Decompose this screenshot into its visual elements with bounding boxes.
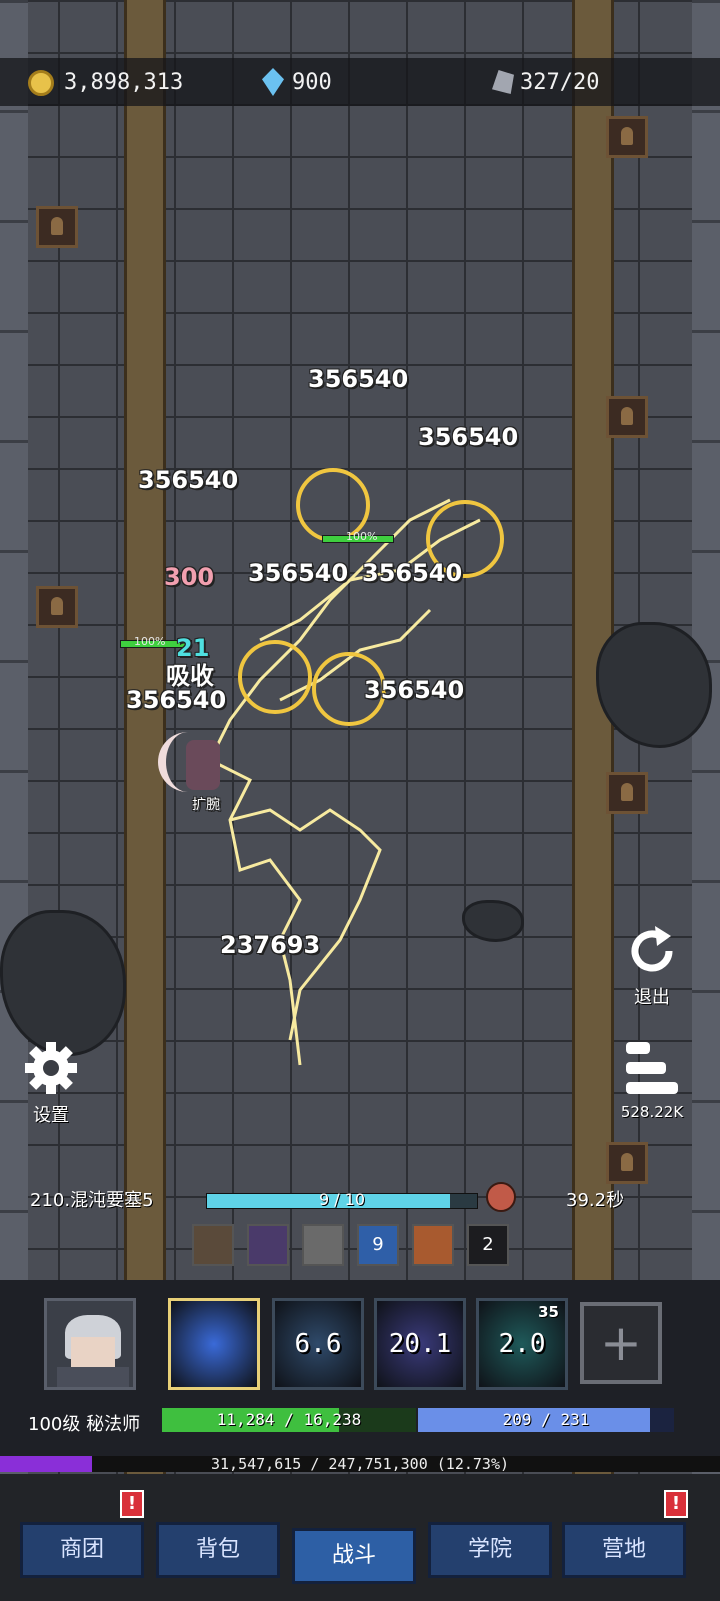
buff-slot xyxy=(302,1224,344,1266)
skill-slot-3[interactable]: 20.1 xyxy=(374,1298,466,1390)
tab-label: 战斗 xyxy=(331,1543,376,1568)
skill-slot-4[interactable]: 2.0 35 xyxy=(476,1298,568,1390)
tab-backpack[interactable]: 背包 xyxy=(156,1522,280,1578)
tab-label: 商团 xyxy=(59,1537,104,1562)
skill-stack-count: 35 xyxy=(538,1303,559,1321)
tab-label: 背包 xyxy=(195,1537,240,1562)
absorb-label: 吸收 xyxy=(166,662,214,690)
hero-tag: 扩腕 xyxy=(192,797,220,813)
enemy-hp-text: 100% xyxy=(134,635,166,648)
tab-guild[interactable]: 商团 xyxy=(20,1522,144,1578)
heal-number: 300 xyxy=(164,563,215,591)
stage-timer: 39.2秒 xyxy=(566,1190,625,1211)
skill-slot-1[interactable] xyxy=(168,1298,260,1390)
hp-bar: 11,284 / 16,238 xyxy=(162,1408,416,1432)
retry-arrow-icon xyxy=(631,926,673,972)
boss-skull-icon xyxy=(486,1182,516,1212)
tab-label: 学院 xyxy=(467,1537,512,1562)
mp-bar: 209 / 231 xyxy=(418,1408,674,1432)
skill-slot-2[interactable]: 6.6 xyxy=(272,1298,364,1390)
damage-number: 356540 xyxy=(248,559,349,587)
damage-number: 356540 xyxy=(138,466,239,494)
wave-count: 9 / 10 xyxy=(318,1190,366,1209)
plus-icon: + xyxy=(600,1314,642,1372)
skill-cooldown: 6.6 xyxy=(294,1329,342,1359)
exit-label: 退出 xyxy=(634,987,670,1008)
damage-number: 356540 xyxy=(362,559,463,587)
damage-number: 356540 xyxy=(364,676,465,704)
damage-number: 237693 xyxy=(220,931,321,959)
xp-bar: 31,547,615 / 247,751,300 (12.73%) xyxy=(0,1455,720,1473)
stats-bars-icon xyxy=(626,1042,678,1094)
dps-stats-button[interactable]: 528.22K xyxy=(614,1040,690,1121)
player-hero xyxy=(158,726,230,798)
exit-button[interactable]: 退出 xyxy=(622,924,682,1009)
buff-slot xyxy=(247,1224,289,1266)
enemy-hp-text: 100% xyxy=(346,530,378,543)
mp-text: 209 / 231 xyxy=(502,1410,590,1429)
camp-alert-icon: ! xyxy=(664,1490,688,1518)
buff-slot: 9 xyxy=(357,1224,399,1266)
tab-academy[interactable]: 学院 xyxy=(428,1522,552,1578)
dps-value: 528.22K xyxy=(620,1103,684,1121)
buff-slot: 2 xyxy=(467,1224,509,1266)
hp-text: 11,284 / 16,238 xyxy=(216,1410,362,1429)
tab-label: 营地 xyxy=(601,1537,646,1562)
skill-cooldown xyxy=(171,1301,257,1387)
guild-alert-icon: ! xyxy=(120,1490,144,1518)
damage-number: 356540 xyxy=(418,423,519,451)
wave-progress-bar: 9 / 10 xyxy=(206,1190,478,1209)
skill-cooldown: 20.1 xyxy=(388,1329,452,1359)
settings-button[interactable]: 设置 xyxy=(20,1040,82,1127)
buff-slot xyxy=(192,1224,234,1266)
add-skill-slot-button[interactable]: + xyxy=(580,1302,662,1384)
stage-name: 210.混沌要塞5 xyxy=(30,1190,154,1211)
damage-number: 356540 xyxy=(308,365,409,393)
wall-torch-icon xyxy=(606,1142,648,1184)
tab-battle[interactable]: 战斗 xyxy=(292,1528,416,1584)
lightning-effects xyxy=(207,498,481,1066)
tab-camp[interactable]: 营地 xyxy=(562,1522,686,1578)
buff-slot xyxy=(412,1224,454,1266)
player-level-class: 100级 秘法师 xyxy=(28,1414,141,1435)
spell-ring xyxy=(238,640,312,714)
gear-icon xyxy=(25,1042,77,1094)
hero-portrait-avatar[interactable] xyxy=(44,1298,136,1390)
xp-text: 31,547,615 / 247,751,300 (12.73%) xyxy=(210,1455,509,1473)
settings-label: 设置 xyxy=(33,1105,69,1126)
